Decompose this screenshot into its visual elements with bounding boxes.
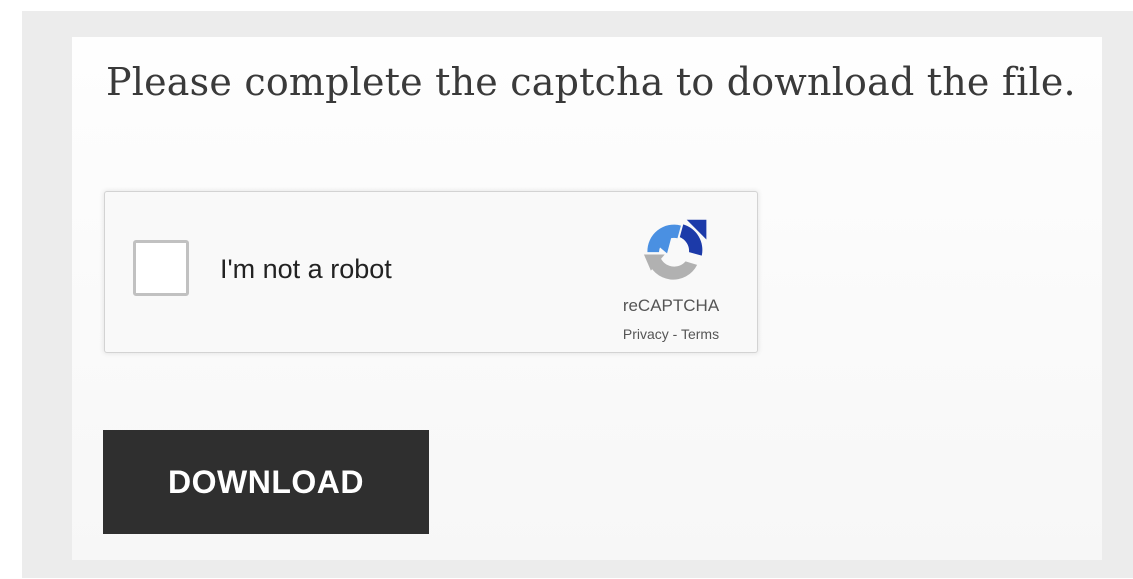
recaptcha-legal-links: Privacy - Terms: [595, 326, 747, 342]
legal-separator: -: [668, 326, 681, 342]
not-a-robot-checkbox[interactable]: [133, 240, 189, 296]
download-button[interactable]: DOWNLOAD: [103, 430, 429, 534]
privacy-link[interactable]: Privacy: [623, 326, 669, 342]
not-a-robot-label[interactable]: I'm not a robot: [220, 254, 392, 285]
recaptcha-logo-icon: [643, 219, 707, 280]
terms-link[interactable]: Terms: [681, 326, 719, 342]
recaptcha-brand: reCAPTCHA: [622, 296, 720, 315]
recaptcha-widget: I'm not a robot reCAPTCHA Privacy - Term…: [104, 191, 758, 353]
page-heading: Please complete the captcha to download …: [106, 60, 1076, 104]
